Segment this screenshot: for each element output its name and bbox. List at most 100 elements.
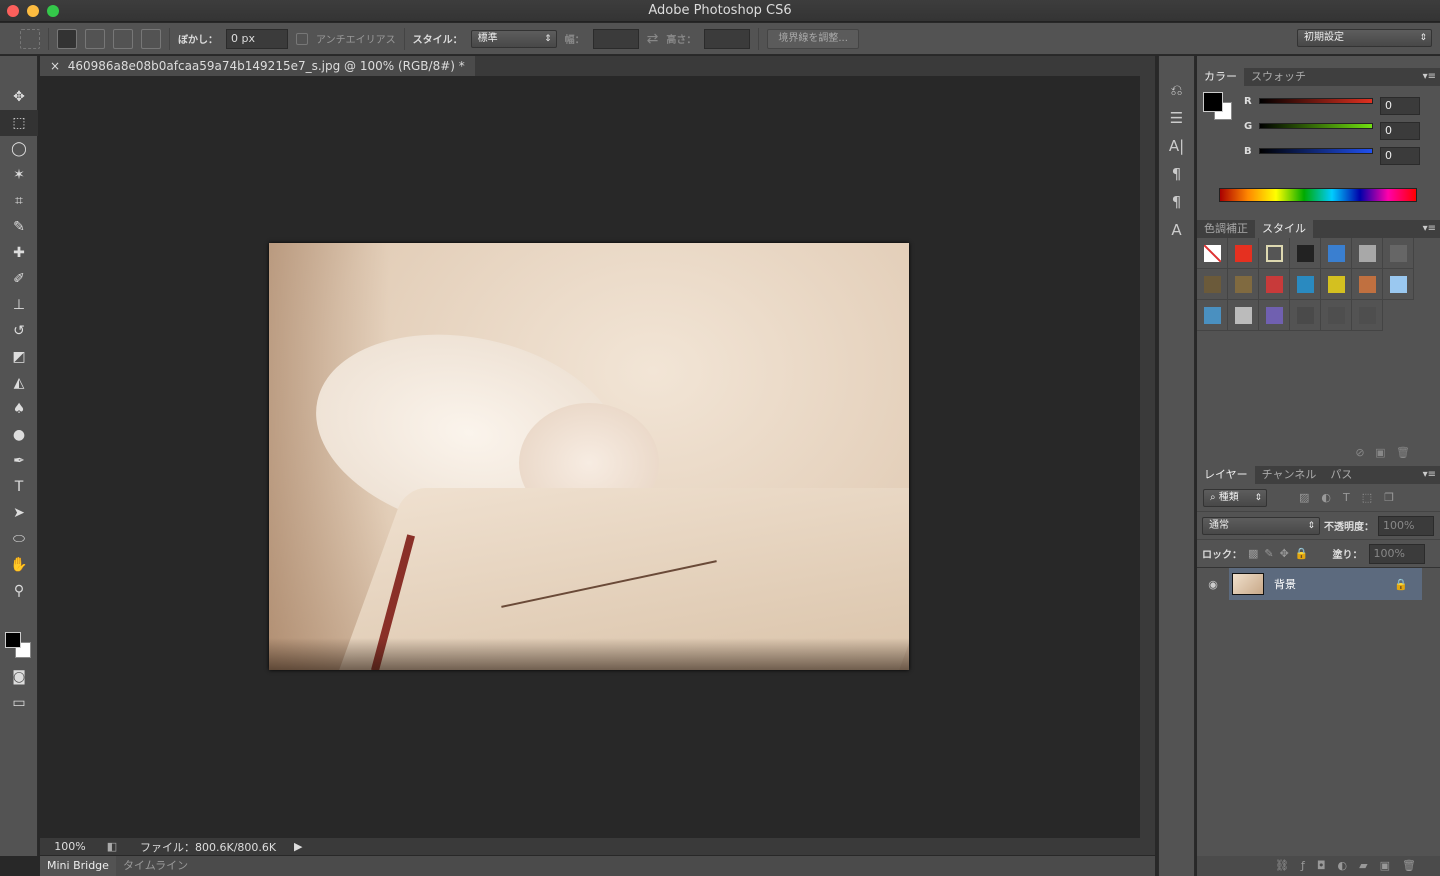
channel-value[interactable]: 0 bbox=[1380, 147, 1420, 165]
style-swatch[interactable] bbox=[1259, 238, 1290, 269]
style-swatch[interactable] bbox=[1259, 300, 1290, 331]
character-style-icon[interactable]: A bbox=[1159, 216, 1194, 244]
style-swatch[interactable] bbox=[1197, 269, 1228, 300]
panel-menu-icon[interactable]: ▾≡ bbox=[1423, 466, 1436, 484]
style-swatch[interactable] bbox=[1259, 269, 1290, 300]
new-selection-icon[interactable] bbox=[57, 28, 77, 49]
type-icon[interactable]: T bbox=[0, 474, 38, 500]
tab-layers[interactable]: レイヤー bbox=[1197, 466, 1255, 484]
paint-bucket-icon[interactable]: ◭ bbox=[0, 370, 38, 396]
style-swatch[interactable] bbox=[1290, 269, 1321, 300]
lock-pixels-icon[interactable]: ✎ bbox=[1264, 547, 1273, 560]
document-tab[interactable]: × 460986a8e08b0afcaa59a74b149215e7_s.jpg… bbox=[40, 56, 475, 76]
visibility-eye-icon[interactable]: ◉ bbox=[1197, 578, 1229, 591]
marquee-icon[interactable]: ⬚ bbox=[0, 110, 38, 136]
antialias-checkbox[interactable] bbox=[296, 32, 308, 45]
history-brush-icon[interactable]: ↺ bbox=[0, 318, 38, 344]
fill-input[interactable]: 100% bbox=[1368, 543, 1425, 564]
healing-brush-icon[interactable]: ✚ bbox=[0, 240, 38, 266]
path-select-icon[interactable]: ➤ bbox=[0, 500, 38, 526]
style-swatch[interactable] bbox=[1290, 238, 1321, 269]
marquee-preset-icon[interactable] bbox=[20, 28, 40, 49]
link-icon[interactable]: ⛓ bbox=[1275, 859, 1301, 872]
maximize-button[interactable] bbox=[47, 5, 59, 17]
lock-all-icon[interactable]: 🔒 bbox=[1295, 547, 1309, 560]
opacity-input[interactable]: 100% bbox=[1378, 515, 1434, 536]
screen-mode-icon[interactable]: ▭ bbox=[0, 690, 38, 716]
ellipse-icon[interactable]: ⬭ bbox=[0, 526, 38, 552]
lock-transparent-icon[interactable]: ▩ bbox=[1248, 547, 1258, 560]
history-icon[interactable]: ⎌ bbox=[1159, 76, 1194, 104]
paragraph-icon[interactable]: ¶ bbox=[1159, 160, 1194, 188]
tab-color[interactable]: カラー bbox=[1197, 68, 1244, 86]
panel-menu-icon[interactable]: ▾≡ bbox=[1423, 68, 1436, 86]
channel-value[interactable]: 0 bbox=[1380, 97, 1420, 115]
subtract-selection-icon[interactable] bbox=[113, 28, 133, 49]
zoom-icon[interactable]: ⚲ bbox=[0, 578, 38, 604]
tab-paths[interactable]: パス bbox=[1323, 466, 1359, 484]
status-menu-arrow-icon[interactable]: ▶ bbox=[294, 840, 302, 853]
clear-style-icon[interactable]: ⊘ bbox=[1355, 446, 1364, 459]
workspace-select[interactable]: 初期設定 bbox=[1297, 29, 1432, 47]
filter-type-icon[interactable]: T bbox=[1343, 491, 1350, 504]
style-swatch[interactable] bbox=[1321, 300, 1352, 331]
lock-position-icon[interactable]: ✥ bbox=[1280, 547, 1289, 560]
layer-row[interactable]: ◉ 背景 🔒 bbox=[1197, 568, 1422, 600]
canvas-area[interactable] bbox=[40, 76, 1140, 838]
style-swatch[interactable] bbox=[1290, 300, 1321, 331]
filter-shape-icon[interactable]: ⬚ bbox=[1362, 491, 1372, 504]
style-select[interactable]: 標準 bbox=[470, 29, 557, 48]
move-icon[interactable]: ✥ bbox=[0, 84, 38, 110]
new-style-icon[interactable]: ▣ bbox=[1375, 446, 1385, 459]
style-swatch[interactable] bbox=[1352, 300, 1383, 331]
eraser-icon[interactable]: ◩ bbox=[0, 344, 38, 370]
lasso-icon[interactable]: ◯ bbox=[0, 136, 38, 162]
delete-layer-icon[interactable]: 🗑 bbox=[1402, 859, 1428, 872]
style-swatch[interactable] bbox=[1383, 269, 1414, 300]
style-swatch[interactable] bbox=[1352, 269, 1383, 300]
style-swatch[interactable] bbox=[1321, 269, 1352, 300]
close-button[interactable] bbox=[7, 5, 19, 17]
filter-adjustment-icon[interactable]: ◐ bbox=[1321, 491, 1331, 504]
tab-adjustments[interactable]: 色調補正 bbox=[1197, 220, 1255, 238]
style-swatch[interactable] bbox=[1352, 238, 1383, 269]
trash-icon[interactable]: 🗑 bbox=[1396, 446, 1410, 459]
close-tab-icon[interactable]: × bbox=[50, 59, 68, 73]
style-swatch[interactable] bbox=[1321, 238, 1352, 269]
pen-icon[interactable]: ✒ bbox=[0, 448, 38, 474]
minimize-button[interactable] bbox=[27, 5, 39, 17]
tab-swatches[interactable]: スウォッチ bbox=[1244, 68, 1313, 86]
dodge-icon[interactable]: ● bbox=[0, 422, 38, 448]
style-swatch[interactable] bbox=[1197, 300, 1228, 331]
stamp-icon[interactable]: ⊥ bbox=[0, 292, 38, 318]
channel-value[interactable]: 0 bbox=[1380, 122, 1420, 140]
character-icon[interactable]: A| bbox=[1159, 132, 1194, 160]
mask-icon[interactable]: ◘ bbox=[1317, 859, 1338, 872]
share-icon[interactable]: ◧ bbox=[100, 840, 124, 853]
width-input[interactable] bbox=[592, 28, 639, 49]
zoom-level[interactable]: 100% bbox=[40, 840, 100, 853]
add-selection-icon[interactable] bbox=[85, 28, 105, 49]
foreground-color[interactable] bbox=[5, 632, 21, 648]
channel-slider[interactable] bbox=[1259, 98, 1373, 104]
group-icon[interactable]: ▰ bbox=[1359, 859, 1379, 872]
feather-input[interactable]: 0 px bbox=[226, 28, 288, 49]
style-swatch[interactable] bbox=[1228, 238, 1259, 269]
properties-icon[interactable]: ☰ bbox=[1159, 104, 1194, 132]
blend-mode-select[interactable]: 通常 bbox=[1202, 516, 1320, 535]
adjustment-icon[interactable]: ◐ bbox=[1338, 859, 1360, 872]
panel-menu-icon[interactable]: ▾≡ bbox=[1423, 220, 1436, 238]
tab-channels[interactable]: チャンネル bbox=[1255, 466, 1324, 484]
quick-mask-icon[interactable]: ◙ bbox=[0, 664, 38, 690]
hand-icon[interactable]: ✋ bbox=[0, 552, 38, 578]
eyedropper-icon[interactable]: ✎ bbox=[0, 214, 38, 240]
new-layer-icon[interactable]: ▣ bbox=[1380, 859, 1402, 872]
color-ramp[interactable] bbox=[1219, 188, 1417, 202]
tab-mini-bridge[interactable]: Mini Bridge bbox=[40, 856, 116, 876]
foreground-swatch[interactable] bbox=[1203, 92, 1223, 112]
magic-wand-icon[interactable]: ✶ bbox=[0, 162, 38, 188]
swap-icon[interactable]: ⇄ bbox=[647, 31, 659, 47]
intersect-selection-icon[interactable] bbox=[141, 28, 161, 49]
brush-icon[interactable]: ✐ bbox=[0, 266, 38, 292]
paragraph-style-icon[interactable]: ¶ bbox=[1159, 188, 1194, 216]
